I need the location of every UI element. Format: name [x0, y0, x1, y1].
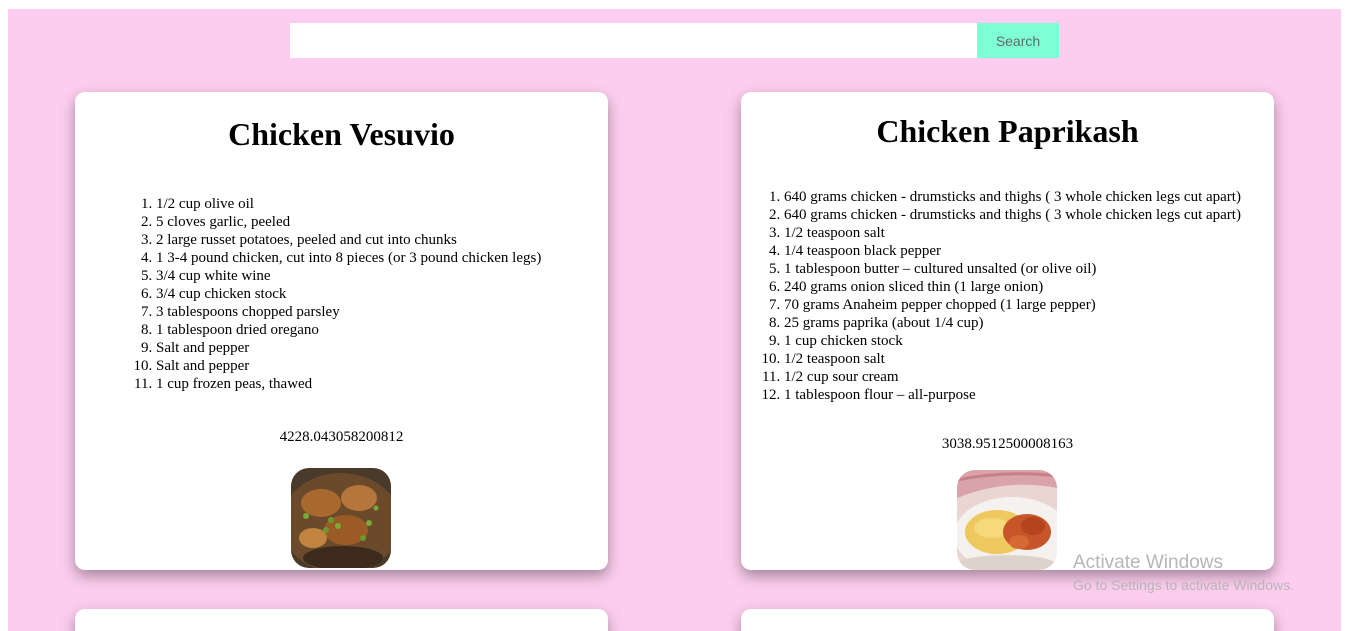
- recipe-card: [741, 609, 1274, 631]
- ingredient-list: 1/2 cup olive oil 5 cloves garlic, peele…: [75, 195, 541, 393]
- recipe-card: Chicken Paprikash 640 grams chicken - dr…: [741, 92, 1274, 570]
- ingredient-item: 1 cup frozen peas, thawed: [156, 375, 541, 393]
- ingredient-item: Salt and pepper: [156, 339, 541, 357]
- recipe-title: Chicken Paprikash: [876, 113, 1139, 149]
- ingredient-item: 3/4 cup chicken stock: [156, 285, 541, 303]
- ingredient-item: 1/4 teaspoon black pepper: [784, 242, 1241, 260]
- recipe-image: [291, 468, 391, 568]
- watermark-title: Activate Windows: [1073, 552, 1223, 573]
- ingredient-item: 1 cup chicken stock: [784, 332, 1241, 350]
- ingredient-item: 2 large russet potatoes, peeled and cut …: [156, 231, 541, 249]
- ingredient-item: 1 tablespoon butter – cultured unsalted …: [784, 260, 1241, 278]
- ingredient-item: 1/2 teaspoon salt: [784, 224, 1241, 242]
- watermark-subtitle: Go to Settings to activate Windows.: [1073, 577, 1294, 593]
- ingredient-item: 70 grams Anaheim pepper chopped (1 large…: [784, 296, 1241, 314]
- ingredient-item: 3 tablespoons chopped parsley: [156, 303, 541, 321]
- ingredient-list: 640 grams chicken - drumsticks and thigh…: [741, 188, 1241, 404]
- ingredient-item: Salt and pepper: [156, 357, 541, 375]
- ingredient-item: 1 3-4 pound chicken, cut into 8 pieces (…: [156, 249, 541, 267]
- recipe-title: Chicken Vesuvio: [228, 116, 455, 152]
- ingredient-item: 1/2 cup olive oil: [156, 195, 541, 213]
- recipe-image: [957, 470, 1057, 570]
- search-input[interactable]: [290, 23, 977, 58]
- ingredient-item: 240 grams onion sliced thin (1 large oni…: [784, 278, 1241, 296]
- recipe-card: [75, 609, 608, 631]
- search-button[interactable]: Search: [977, 23, 1059, 58]
- calories-value: 3038.9512500008163: [941, 436, 1074, 452]
- app-background: Search Chicken Vesuvio 1/2 cup olive oil…: [8, 9, 1341, 631]
- ingredient-item: 1/2 cup sour cream: [784, 368, 1241, 386]
- ingredient-item: 1 tablespoon dried oregano: [156, 321, 541, 339]
- ingredient-item: 5 cloves garlic, peeled: [156, 213, 541, 231]
- windows-activation-watermark: Activate Windows Go to Settings to activ…: [1073, 551, 1294, 594]
- ingredient-item: 25 grams paprika (about 1/4 cup): [784, 314, 1241, 332]
- ingredient-item: 640 grams chicken - drumsticks and thigh…: [784, 206, 1241, 224]
- calories-value: 4228.043058200812: [279, 429, 404, 445]
- ingredient-item: 1 tablespoon flour – all-purpose: [784, 386, 1241, 404]
- search-bar: Search: [290, 23, 1059, 58]
- ingredient-item: 3/4 cup white wine: [156, 267, 541, 285]
- recipe-card: Chicken Vesuvio 1/2 cup olive oil 5 clov…: [75, 92, 608, 570]
- ingredient-item: 1/2 teaspoon salt: [784, 350, 1241, 368]
- ingredient-item: 640 grams chicken - drumsticks and thigh…: [784, 188, 1241, 206]
